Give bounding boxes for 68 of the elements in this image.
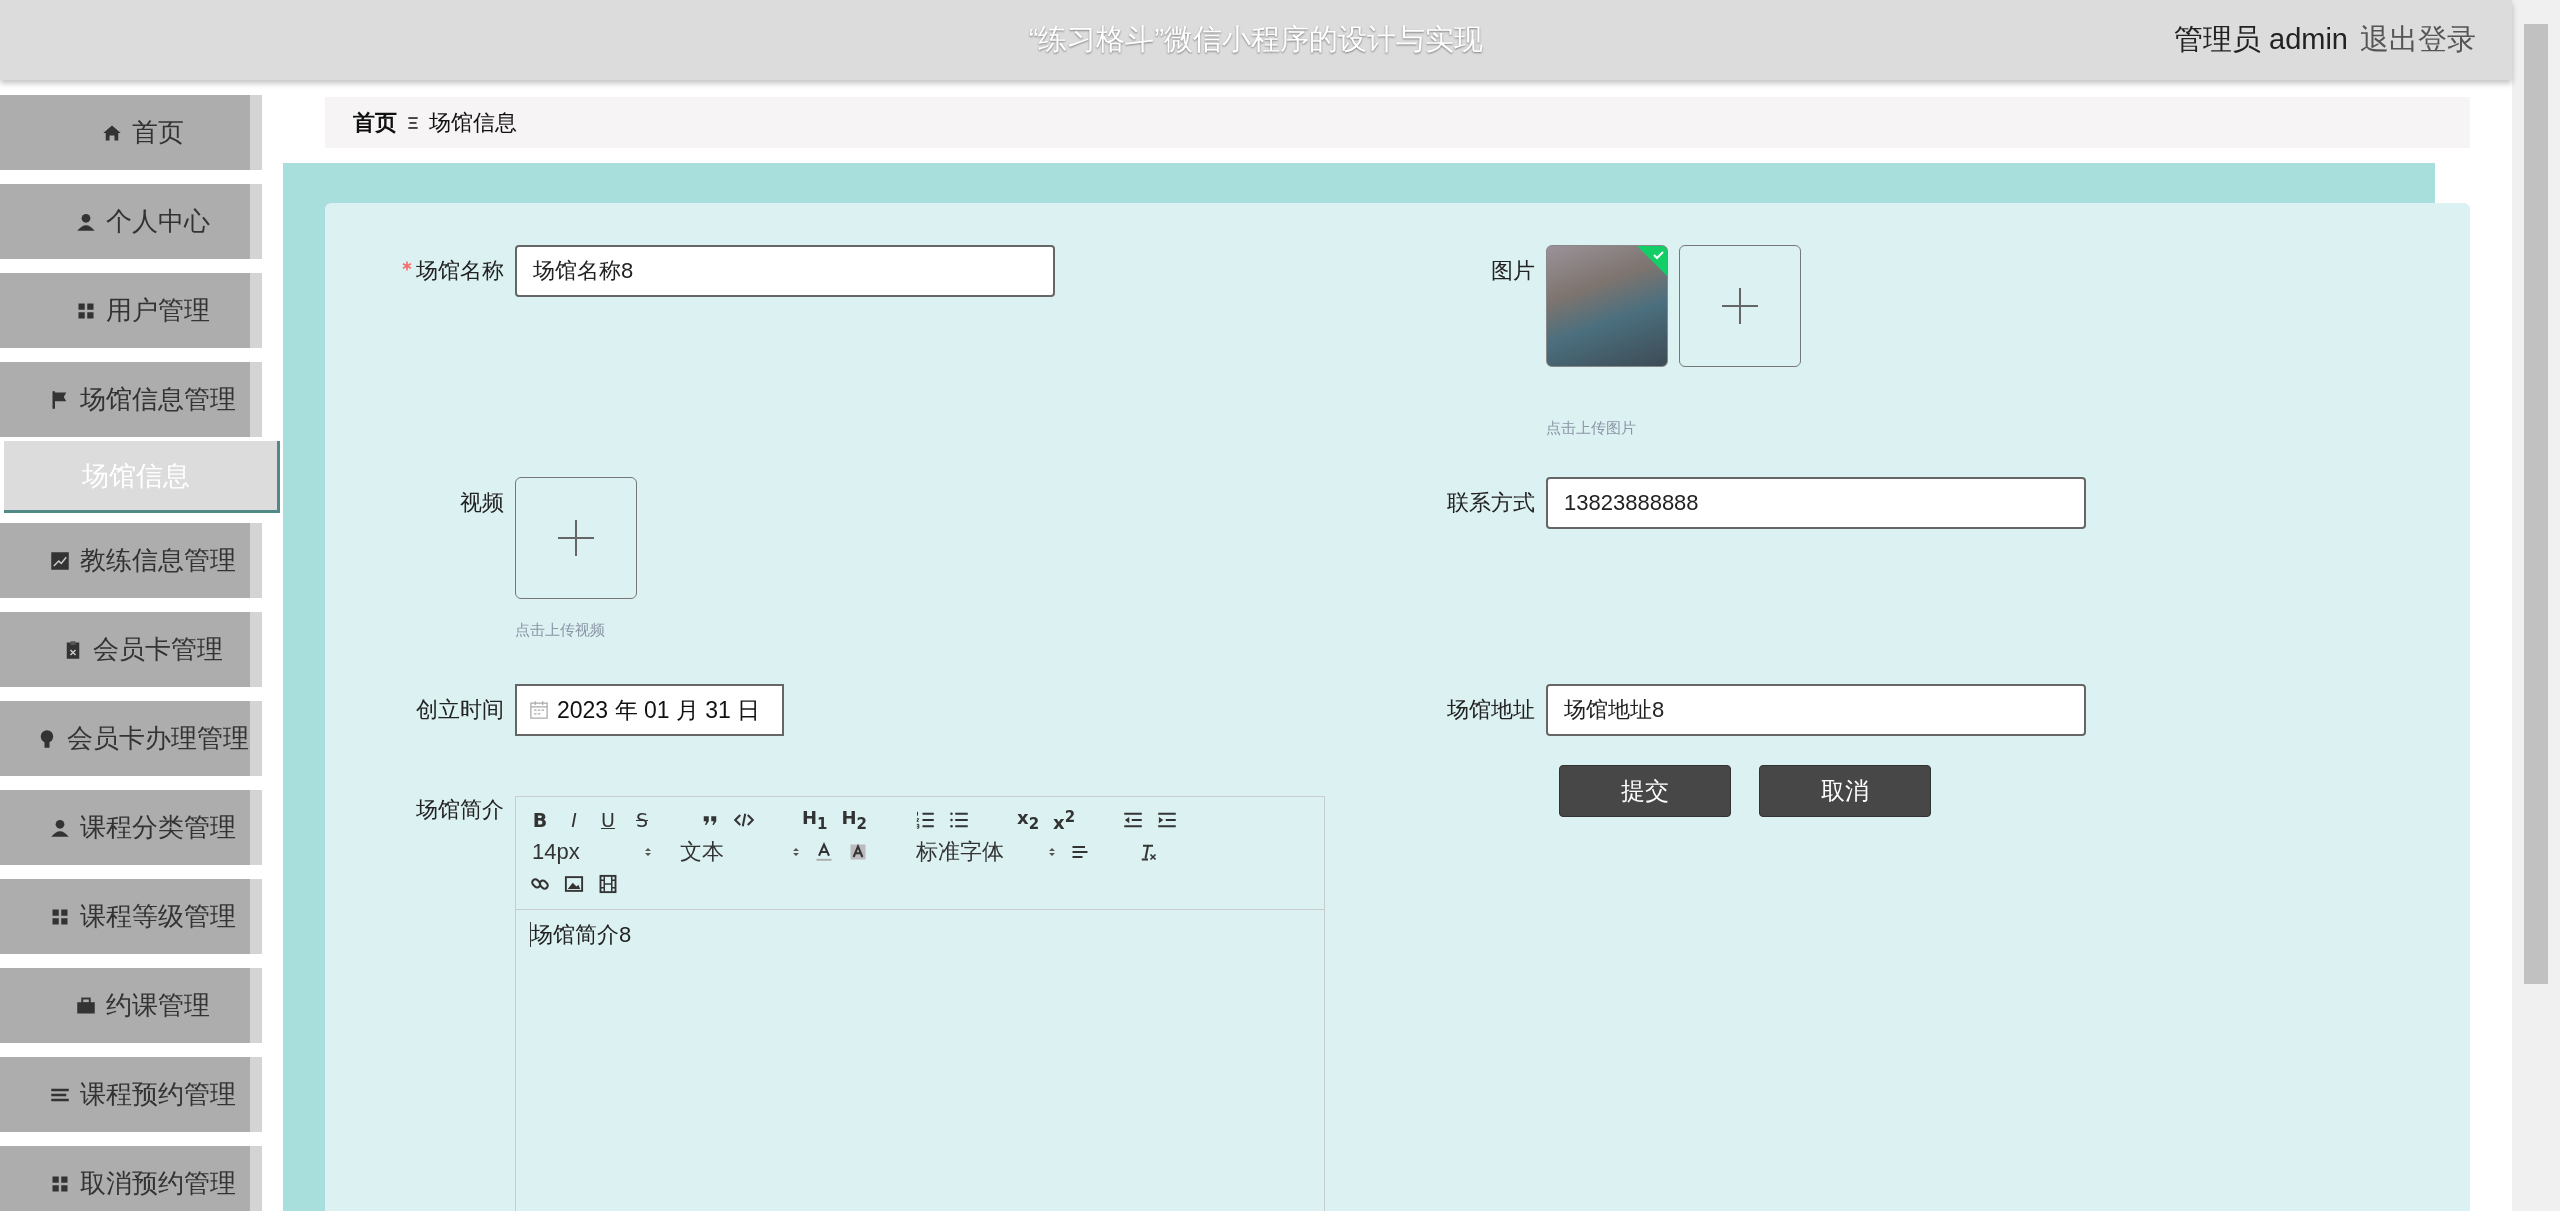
text-color-icon[interactable] (814, 842, 834, 862)
briefcase-icon (76, 995, 96, 1016)
sidebar-item[interactable]: 会员卡管理 (0, 612, 262, 687)
field-label: 图片 (1491, 257, 1535, 285)
user-name: 管理员 admin (2173, 22, 2348, 57)
input-field[interactable]: 场馆地址8 (1546, 684, 2086, 736)
date-field[interactable]: 2023 年 01 月 31 日 (515, 684, 784, 736)
field-label: 联系方式 (1447, 489, 1535, 517)
toolbar-button[interactable]: U (598, 809, 618, 831)
breadcrumb-item[interactable]: 首页 (353, 107, 397, 138)
field-label: 场馆名称 (416, 257, 504, 285)
sidebar-item[interactable]: 首页 (0, 95, 262, 170)
numbered-list-icon[interactable] (915, 810, 936, 830)
scrollbar-thumb[interactable] (2524, 24, 2548, 984)
upload-hint: 点击上传视频 (515, 621, 606, 640)
breadcrumb-item[interactable]: 场馆信息 (429, 107, 517, 138)
image-icon[interactable] (564, 874, 584, 894)
person-icon (50, 817, 70, 838)
updown-icon (1048, 846, 1056, 858)
plus-icon (1720, 286, 1760, 326)
rich-text-editor[interactable]: B I U S H$_{1}$ H$_{2}$ x$_{2}$ x$^{2}$ 14px 文本 标准字体 场馆简介8 (515, 796, 1325, 1211)
field-label: 视频 (460, 489, 504, 517)
sidebar-item[interactable]: 场馆信息管理 (0, 362, 262, 437)
chart-icon (50, 550, 70, 571)
sidebar-item[interactable]: 约课管理 (0, 968, 262, 1043)
input-field[interactable]: 场馆名称8 (515, 245, 1055, 297)
upload-button[interactable] (1679, 245, 1801, 367)
person-icon (76, 211, 96, 232)
sidebar-item[interactable]: 用户管理 (0, 273, 262, 348)
indent-icon[interactable] (1157, 810, 1178, 830)
toolbar-button[interactable]: x$_{2}$ (1017, 807, 1040, 833)
editor-text: 场馆简介8 (530, 922, 632, 947)
sidebar-item[interactable]: 个人中心 (0, 184, 262, 259)
toolbar-dropdown[interactable]: 文本 (680, 837, 800, 867)
toolbar-button[interactable]: H$_{2}$ (841, 807, 868, 833)
updown-icon (792, 846, 800, 858)
film-icon[interactable] (598, 874, 618, 894)
plus-icon (556, 518, 596, 558)
toolbar-button[interactable]: x$^{2}$ (1053, 807, 1076, 833)
sidebar-item[interactable]: 教练信息管理 (0, 523, 262, 598)
outdent-icon[interactable] (1123, 810, 1144, 830)
bullet-list-icon[interactable] (949, 810, 970, 830)
upload-hint: 点击上传图片 (1546, 419, 1637, 438)
calendar-icon (529, 700, 549, 720)
toolbar-dropdown[interactable]: 14px (532, 839, 652, 865)
toolbar-dropdown[interactable]: 标准字体 (916, 837, 1056, 867)
menu-icon (407, 115, 419, 130)
highlight-icon[interactable] (848, 842, 868, 862)
form-button[interactable]: 提交 (1559, 765, 1731, 817)
logout-link[interactable]: 退出登录 (2360, 20, 2476, 60)
toolbar-button[interactable]: H$_{1}$ (802, 807, 828, 833)
toolbar-button[interactable]: S (632, 809, 652, 831)
sidebar-item[interactable]: 取消预约管理 (0, 1146, 262, 1211)
check-badge-icon (1637, 246, 1667, 276)
sidebar-item[interactable]: 课程等级管理 (0, 879, 262, 954)
sidebar-item[interactable]: 会员卡办理管理 (0, 701, 262, 776)
field-label: 场馆简介 (416, 796, 504, 824)
sidebar-item[interactable]: 课程分类管理 (0, 790, 262, 865)
sidebar-item[interactable]: 课程预约管理 (0, 1057, 262, 1132)
field-label: 创立时间 (416, 696, 504, 724)
toolbar-button[interactable]: B (530, 809, 550, 831)
field-label: 场馆地址 (1447, 696, 1535, 724)
scrollbar[interactable] (2512, 0, 2560, 1211)
form-button[interactable]: 取消 (1759, 765, 1931, 817)
input-field[interactable]: 13823888888 (1546, 477, 2086, 529)
updown-icon (644, 846, 652, 858)
upload-button[interactable] (515, 477, 637, 599)
toolbar-button[interactable]: I (564, 809, 584, 831)
